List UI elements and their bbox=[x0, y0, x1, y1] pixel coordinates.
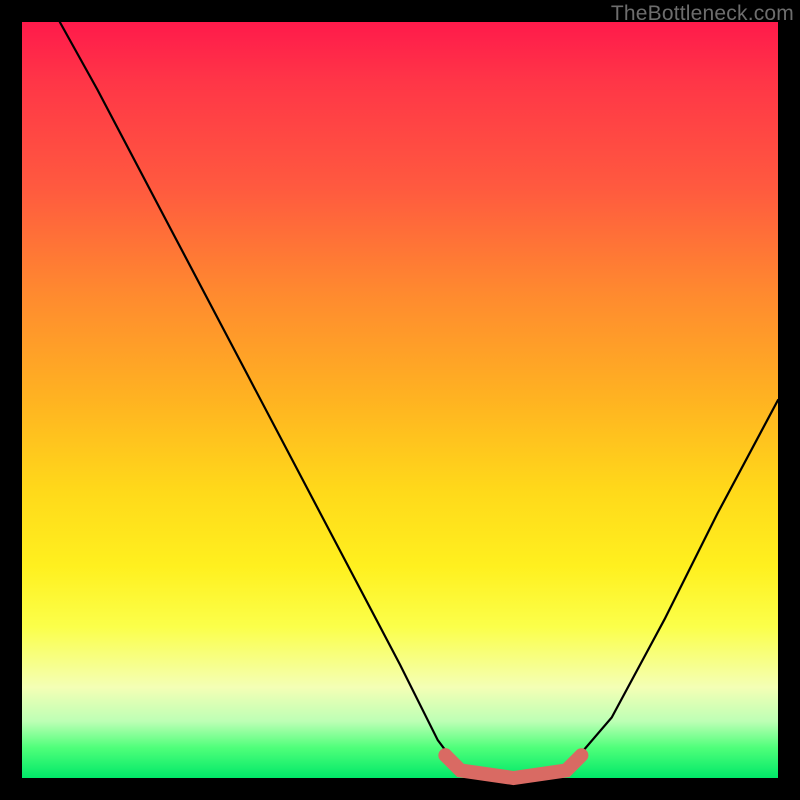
watermark-text: TheBottleneck.com bbox=[611, 2, 794, 26]
bottleneck-curve bbox=[60, 22, 778, 778]
highlight-dot bbox=[438, 748, 452, 762]
chart-frame: TheBottleneck.com bbox=[0, 0, 800, 800]
curve-layer bbox=[22, 22, 778, 778]
highlight-band bbox=[445, 755, 581, 778]
